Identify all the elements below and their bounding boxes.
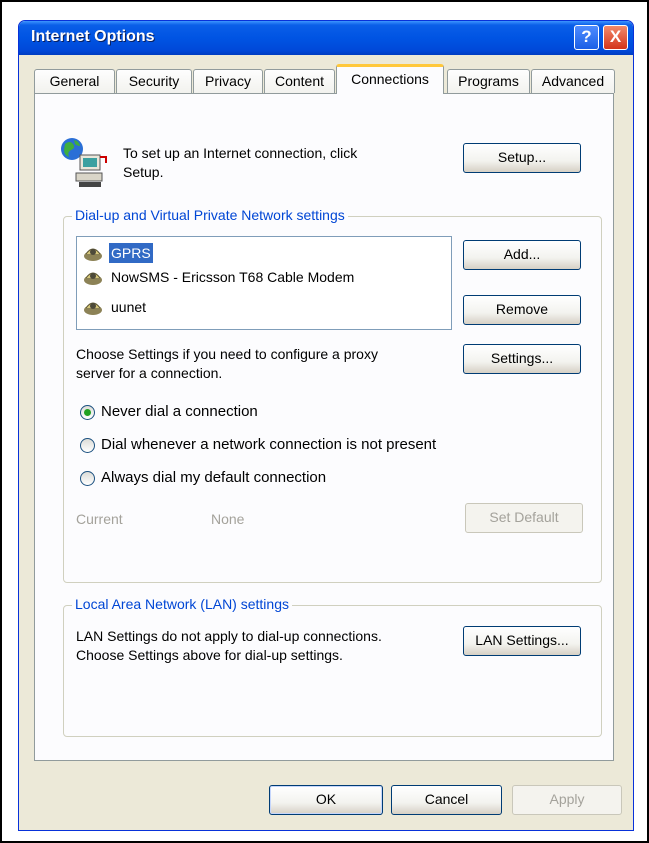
setup-text-line2: Setup. [123,164,164,180]
lan-text-line1: LAN Settings do not apply to dial-up con… [76,628,382,644]
tab-programs[interactable]: Programs [447,69,530,93]
tab-advanced[interactable]: Advanced [531,69,615,93]
lan-text-line2: Choose Settings above for dial-up settin… [76,647,343,663]
connection-label: GPRS [109,243,153,263]
radio-always-dial[interactable] [80,471,95,486]
tab-privacy[interactable]: Privacy [193,69,263,93]
remove-button[interactable]: Remove [463,295,581,325]
dialup-group-title: Dial-up and Virtual Private Network sett… [72,207,348,223]
ok-button[interactable]: OK [269,785,383,815]
lan-group-title: Local Area Network (LAN) settings [72,596,292,612]
radio-dial-whenever-label[interactable]: Dial whenever a network connection is no… [101,436,436,453]
current-label: Current [76,511,123,527]
dialup-connection-icon [84,272,102,285]
connection-label: NowSMS - Ericsson T68 Cable Modem [111,269,355,285]
tab-connections[interactable]: Connections [336,64,444,94]
proxy-text-line1: Choose Settings if you need to configure… [76,346,378,362]
window-title: Internet Options [31,28,155,45]
setup-button-label: Setup... [497,149,547,165]
tab-general[interactable]: General [34,69,115,93]
connections-listbox[interactable]: GPRS NowSMS - Ericsson T68 Cable Modem u… [76,236,452,330]
add-button[interactable]: Add... [463,240,581,270]
setup-button[interactable]: Setup... [463,143,581,173]
set-default-button-label: Set Default [489,509,559,525]
setup-text-line1: To set up an Internet connection, click [123,145,358,161]
add-button-label: Add... [503,246,541,262]
lan-settings-button[interactable]: LAN Settings... [463,626,581,656]
network-setup-icon [61,138,107,187]
cancel-button-label: Cancel [424,791,469,807]
current-value: None [211,511,245,527]
proxy-text-line2: server for a connection. [76,365,223,381]
lan-settings-button-label: LAN Settings... [475,632,569,648]
lan-settings-group: Local Area Network (LAN) settings [63,596,602,737]
radio-dial-whenever[interactable] [80,438,95,453]
set-default-button[interactable]: Set Default [465,503,583,533]
settings-button-label: Settings... [490,350,554,366]
remove-button-label: Remove [495,301,549,317]
radio-always-dial-label[interactable]: Always dial my default connection [101,469,326,486]
connection-label: uunet [111,299,147,315]
settings-button[interactable]: Settings... [463,344,581,374]
cancel-button[interactable]: Cancel [391,785,502,815]
dialup-connection-icon [84,302,102,315]
tab-content[interactable]: Content [264,69,335,93]
apply-button-label: Apply [549,791,585,807]
title-bar[interactable]: Internet Options ? X [19,21,633,55]
radio-never-dial-label[interactable]: Never dial a connection [101,403,258,420]
dialup-connection-icon [84,248,102,261]
close-button[interactable]: X [603,25,628,50]
help-button[interactable]: ? [574,25,599,50]
ok-button-label: OK [315,791,337,807]
tab-security[interactable]: Security [116,69,192,93]
radio-never-dial[interactable] [80,405,95,420]
apply-button[interactable]: Apply [512,785,622,815]
